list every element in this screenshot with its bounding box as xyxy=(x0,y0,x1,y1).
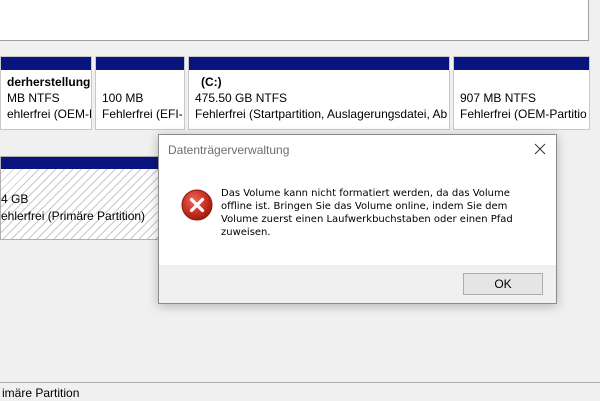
partition-status: Fehlerfrei (OEM-Partitio xyxy=(460,107,587,121)
dialog-content: Das Volume kann nicht formatiert werden,… xyxy=(159,165,556,265)
volume-list-pane xyxy=(0,0,589,41)
partition-header-bar xyxy=(1,157,161,169)
dialog-title: Datenträgerverwaltung xyxy=(168,143,290,157)
volume-list-scrollbar[interactable] xyxy=(589,0,600,40)
partition-size: MB NTFS xyxy=(7,91,60,105)
partition-size: 100 MB xyxy=(102,91,144,105)
partition-name: (C:) xyxy=(201,75,222,89)
message-line: zuweisen. xyxy=(221,227,271,238)
message-line: offline ist. Bringen Sie das Volume onli… xyxy=(221,201,508,212)
partition-name: derherstellung xyxy=(7,75,91,89)
dialog-footer: OK xyxy=(159,265,556,303)
partition-header-bar xyxy=(96,57,184,70)
partition-name xyxy=(460,74,587,90)
partition-disk2-primary[interactable]: 4 GB ehlerfrei (Primäre Partition) xyxy=(0,156,162,240)
legend-bar: imäre Partition xyxy=(0,382,600,401)
error-dialog: Datenträgerverwaltung Das Volume kann ni… xyxy=(158,134,557,304)
partition-oem[interactable]: 907 MB NTFS Fehlerfrei (OEM-Partitio xyxy=(453,56,590,130)
partition-status: Fehlerfrei (Startpartition, Auslagerungs… xyxy=(195,107,448,121)
partition-header-bar xyxy=(189,57,449,70)
partition-header-bar xyxy=(454,57,589,70)
partition-status: Fehlerfrei (EFI- xyxy=(102,107,183,121)
partition-efi[interactable]: 100 MB Fehlerfrei (EFI- xyxy=(95,56,185,130)
partition-size: 4 GB xyxy=(1,192,29,206)
legend-primary-partition: imäre Partition xyxy=(2,386,80,400)
message-line: Volume zuerst einen Laufwerkbuchstaben o… xyxy=(221,214,513,225)
error-icon xyxy=(181,189,213,221)
partition-status: ehlerfrei (OEM-Part xyxy=(7,107,91,121)
partition-header-bar xyxy=(1,57,91,70)
partition-name xyxy=(102,74,183,90)
dialog-message: Das Volume kann nicht formatiert werden,… xyxy=(221,187,541,239)
close-icon[interactable] xyxy=(530,139,550,159)
partition-size: 907 MB NTFS xyxy=(460,91,537,105)
message-line: Das Volume kann nicht formatiert werden,… xyxy=(221,188,510,199)
ok-button[interactable]: OK xyxy=(463,273,543,295)
partition-size: 475.50 GB NTFS xyxy=(195,91,288,105)
partition-status: ehlerfrei (Primäre Partition) xyxy=(1,209,146,223)
partition-recovery[interactable]: derherstellung MB NTFS ehlerfrei (OEM-Pa… xyxy=(0,56,92,130)
partition-c[interactable]: (C:) 475.50 GB NTFS Fehlerfrei (Startpar… xyxy=(188,56,450,130)
